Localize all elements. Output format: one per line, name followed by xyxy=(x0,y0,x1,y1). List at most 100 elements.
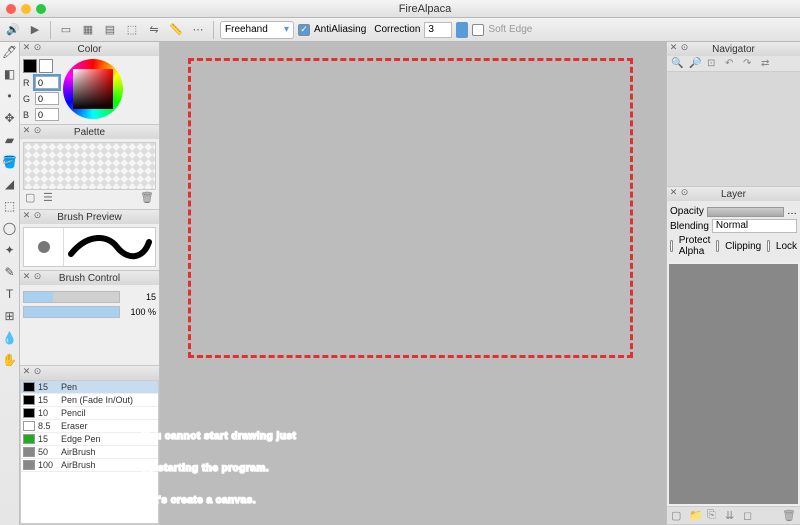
flip-icon[interactable]: ⇋ xyxy=(145,21,163,39)
blending-select[interactable]: Normal xyxy=(712,219,797,233)
bucket-tool-icon[interactable]: 🪣 xyxy=(2,154,18,170)
merge-icon[interactable]: ⇊ xyxy=(725,509,739,523)
pin-icon[interactable]: ⊙ xyxy=(33,211,42,220)
new-layer-icon[interactable]: ▢ xyxy=(671,509,685,523)
pin-icon[interactable]: ⊙ xyxy=(33,272,42,281)
brush-row[interactable]: 15Edge Pen xyxy=(21,433,158,446)
brush-size: 15 xyxy=(38,395,58,405)
navigator-panel: ✕⊙Navigator 🔍 🔎 ⊡ ↶ ↷ ⇄ xyxy=(667,42,800,187)
brush-name: Pencil xyxy=(61,408,86,418)
shape-tool-icon[interactable]: ⊞ xyxy=(2,308,18,324)
pin-icon[interactable]: ⊙ xyxy=(33,43,42,52)
folder-icon[interactable]: 📁 xyxy=(689,509,703,523)
transform-icon[interactable]: ⬚ xyxy=(123,21,141,39)
navigator-preview[interactable] xyxy=(667,72,800,186)
softedge-checkbox[interactable] xyxy=(472,24,484,36)
blending-label: Blending xyxy=(670,221,709,232)
brush-row[interactable]: 8.5Eraser xyxy=(21,420,158,433)
annotation-highlight-box xyxy=(188,58,633,358)
protect-alpha-checkbox[interactable] xyxy=(670,240,673,252)
fit-icon[interactable]: ⊡ xyxy=(707,58,719,70)
zoom-in-icon[interactable]: 🔍 xyxy=(671,58,683,70)
select-lasso-icon[interactable]: ◯ xyxy=(2,220,18,236)
layer-list[interactable] xyxy=(669,264,798,504)
fg-color-swatch[interactable] xyxy=(23,59,37,73)
brush-list[interactable]: 15Pen15Pen (Fade In/Out)10Pencil8.5Erase… xyxy=(20,380,159,524)
pin-icon[interactable]: ⊙ xyxy=(33,126,42,135)
brush-size: 15 xyxy=(38,382,58,392)
app-title: FireAlpaca xyxy=(56,3,794,15)
brush-row[interactable]: 15Pen (Fade In/Out) xyxy=(21,394,158,407)
close-icon[interactable]: ✕ xyxy=(22,211,31,220)
dot-tool-icon[interactable]: • xyxy=(2,88,18,104)
move-tool-icon[interactable]: ✥ xyxy=(2,110,18,126)
eyedropper-icon[interactable]: 💧 xyxy=(2,330,18,346)
fill-tool-icon[interactable]: ▰ xyxy=(2,132,18,148)
minimize-window-button[interactable] xyxy=(21,4,31,14)
speaker-icon[interactable]: 🔊 xyxy=(4,21,22,39)
pin-icon[interactable]: ⊙ xyxy=(680,43,689,52)
select-pen-icon[interactable]: ✎ xyxy=(2,264,18,280)
drawing-mode-select[interactable]: Freehand▾ xyxy=(220,21,294,39)
close-icon[interactable]: ✕ xyxy=(669,188,678,197)
list-icon[interactable]: ☰ xyxy=(43,191,57,205)
trash-icon[interactable]: 🗑 xyxy=(782,509,796,523)
brush-swatch xyxy=(23,408,35,418)
pin-icon[interactable]: ⊙ xyxy=(33,367,42,376)
duplicate-icon[interactable]: ⎘ xyxy=(707,509,721,523)
color-wheel[interactable] xyxy=(63,59,123,119)
r-input[interactable] xyxy=(35,76,59,89)
clear-icon[interactable]: ◻ xyxy=(743,509,757,523)
options-icon[interactable]: ⋯ xyxy=(189,21,207,39)
wand-tool-icon[interactable]: ✦ xyxy=(2,242,18,258)
text-tool-icon[interactable]: T xyxy=(2,286,18,302)
brush-name: AirBrush xyxy=(61,460,96,470)
zoom-window-button[interactable] xyxy=(36,4,46,14)
brush-row[interactable]: 15Pen xyxy=(21,381,158,394)
flip-h-icon[interactable]: ⇄ xyxy=(761,58,773,70)
select-rect-icon[interactable]: ⬚ xyxy=(2,198,18,214)
layers-icon[interactable]: ▤ xyxy=(101,21,119,39)
palette-grid[interactable] xyxy=(23,142,156,190)
tools-column: 🖊 ◧ • ✥ ▰ 🪣 ◢ ⬚ ◯ ✦ ✎ T ⊞ 💧 ✋ xyxy=(0,42,20,525)
g-input[interactable] xyxy=(35,92,59,105)
rotate-right-icon[interactable]: ↷ xyxy=(743,58,755,70)
brush-name: Edge Pen xyxy=(61,434,101,444)
close-window-button[interactable] xyxy=(6,4,16,14)
brush-size-slider[interactable] xyxy=(23,291,120,303)
grid-icon[interactable]: ▦ xyxy=(79,21,97,39)
clipping-checkbox[interactable] xyxy=(716,240,719,252)
rect-tool-icon[interactable]: ▭ xyxy=(57,21,75,39)
brush-row[interactable]: 10Pencil xyxy=(21,407,158,420)
close-icon[interactable]: ✕ xyxy=(22,43,31,52)
trash-icon[interactable]: 🗑 xyxy=(140,191,154,205)
bg-color-swatch[interactable] xyxy=(39,59,53,73)
brush-row[interactable]: 50AirBrush xyxy=(21,446,158,459)
rotate-left-icon[interactable]: ↶ xyxy=(725,58,737,70)
zoom-out-icon[interactable]: 🔎 xyxy=(689,58,701,70)
hand-tool-icon[interactable]: ✋ xyxy=(2,352,18,368)
correction-stepper[interactable] xyxy=(456,22,468,38)
measure-icon[interactable]: 📏 xyxy=(167,21,185,39)
close-icon[interactable]: ✕ xyxy=(669,43,678,52)
close-icon[interactable]: ✕ xyxy=(22,367,31,376)
g-label: G xyxy=(23,94,33,104)
lock-checkbox[interactable] xyxy=(767,240,770,252)
gradient-tool-icon[interactable]: ◢ xyxy=(2,176,18,192)
brush-row[interactable]: 100AirBrush xyxy=(21,459,158,472)
b-input[interactable] xyxy=(35,108,59,121)
eraser-tool-icon[interactable]: ◧ xyxy=(2,66,18,82)
add-color-icon[interactable]: ▢ xyxy=(25,191,39,205)
correction-input[interactable] xyxy=(424,22,452,38)
brush-size: 8.5 xyxy=(38,421,58,431)
play-icon[interactable]: ▶ xyxy=(26,21,44,39)
layer-opacity-slider[interactable] xyxy=(707,207,784,217)
brush-swatch xyxy=(23,421,35,431)
brush-opacity-slider[interactable] xyxy=(23,306,120,318)
brush-size: 10 xyxy=(38,408,58,418)
brush-tool-icon[interactable]: 🖊 xyxy=(2,44,18,60)
close-icon[interactable]: ✕ xyxy=(22,126,31,135)
pin-icon[interactable]: ⊙ xyxy=(680,188,689,197)
close-icon[interactable]: ✕ xyxy=(22,272,31,281)
antialias-checkbox[interactable]: ✓ xyxy=(298,24,310,36)
